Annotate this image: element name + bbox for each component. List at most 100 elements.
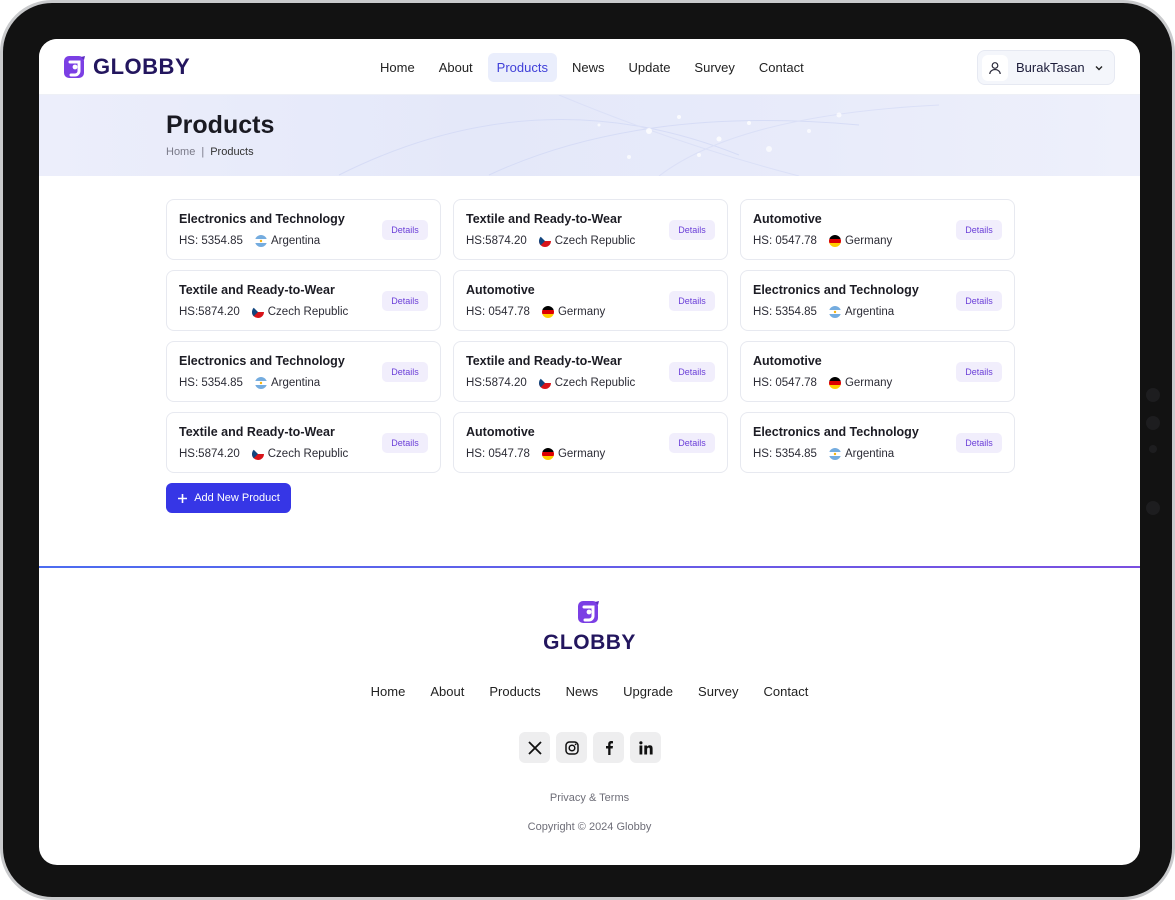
product-category: Automotive (753, 354, 822, 368)
hs-code: HS:5874.20 (179, 448, 240, 460)
footer-nav-products[interactable]: Products (489, 684, 540, 699)
details-button[interactable]: Details (956, 362, 1002, 382)
nav-contact[interactable]: Contact (750, 53, 813, 82)
details-button[interactable]: Details (669, 220, 715, 240)
details-button[interactable]: Details (382, 291, 428, 311)
product-category: Textile and Ready-to-Wear (466, 212, 622, 226)
facebook-icon[interactable] (593, 732, 624, 763)
page-hero: Products Home | Products (39, 95, 1140, 176)
tablet-frame: GLOBBY Home About Products News Update S… (0, 0, 1175, 900)
camera-dot (1146, 416, 1160, 430)
user-menu[interactable]: BurakTasan (977, 50, 1115, 85)
product-card: Textile and Ready-to-Wear HS:5874.20 Czech… (453, 341, 728, 402)
hs-code: HS: 0547.78 (466, 448, 530, 460)
flag-czech-republic-icon (251, 448, 264, 460)
privacy-terms-link[interactable]: Privacy & Terms (39, 792, 1140, 804)
page-title: Products (166, 111, 275, 139)
footer-logo-text: GLOBBY (543, 631, 636, 654)
product-meta: HS: 5354.85 Argentina (753, 448, 894, 460)
hs-code: HS:5874.20 (179, 306, 240, 318)
screen: GLOBBY Home About Products News Update S… (39, 39, 1140, 865)
country-name: Argentina (844, 448, 895, 460)
country-name: Czech Republic (267, 306, 349, 318)
product-meta: HS: 0547.78 Germany (466, 306, 605, 318)
hs-code: HS: 5354.85 (179, 235, 243, 247)
details-button[interactable]: Details (382, 220, 428, 240)
details-button[interactable]: Details (956, 220, 1002, 240)
product-category: Electronics and Technology (753, 283, 919, 297)
hs-code: HS:5874.20 (466, 377, 527, 389)
flag-germany-icon (541, 448, 554, 460)
footer-nav-about[interactable]: About (430, 684, 464, 699)
linkedin-icon[interactable] (630, 732, 661, 763)
product-card: Automotive HS: 0547.78 Germany Details (740, 199, 1015, 260)
country-name: Argentina (844, 306, 895, 318)
product-category: Textile and Ready-to-Wear (179, 283, 335, 297)
product-category: Electronics and Technology (179, 354, 345, 368)
product-meta: HS:5874.20 Czech Republic (466, 235, 635, 247)
flag-argentina-icon (254, 235, 267, 247)
country-name: Czech Republic (554, 377, 636, 389)
details-button[interactable]: Details (956, 433, 1002, 453)
product-category: Textile and Ready-to-Wear (179, 425, 335, 439)
flag-argentina-icon (828, 306, 841, 318)
product-card: Electronics and Technology HS: 5354.85 Arg… (740, 412, 1015, 473)
camera-dot (1149, 445, 1157, 453)
product-category: Automotive (466, 283, 535, 297)
country-name: Czech Republic (554, 235, 636, 247)
camera-dot (1146, 501, 1160, 515)
details-button[interactable]: Details (669, 291, 715, 311)
product-meta: HS:5874.20 Czech Republic (179, 306, 348, 318)
details-button[interactable]: Details (956, 291, 1002, 311)
product-grid: Electronics and Technology HS: 5354.85 Arg… (166, 199, 1015, 473)
chevron-down-icon (1095, 65, 1103, 70)
details-button[interactable]: Details (382, 433, 428, 453)
footer-nav: Home About Products News Upgrade Survey … (39, 684, 1140, 699)
hs-code: HS:5874.20 (466, 235, 527, 247)
hs-code: HS: 0547.78 (753, 377, 817, 389)
footer-nav-survey[interactable]: Survey (698, 684, 738, 699)
user-name: BurakTasan (1016, 60, 1085, 75)
footer-logo[interactable]: GLOBBY (39, 599, 1140, 655)
flag-czech-republic-icon (538, 235, 551, 247)
breadcrumb-home[interactable]: Home (166, 146, 195, 158)
details-button[interactable]: Details (382, 362, 428, 382)
country-name: Germany (844, 235, 893, 247)
logo[interactable]: GLOBBY (63, 54, 190, 80)
footer-nav-news[interactable]: News (566, 684, 599, 699)
nav-products[interactable]: Products (487, 53, 557, 82)
nav-about[interactable]: About (430, 53, 482, 82)
nav-news[interactable]: News (563, 53, 614, 82)
nav-home[interactable]: Home (371, 53, 424, 82)
nav-update[interactable]: Update (620, 53, 680, 82)
country-name: Czech Republic (267, 448, 349, 460)
product-meta: HS:5874.20 Czech Republic (466, 377, 635, 389)
footer-nav-upgrade[interactable]: Upgrade (623, 684, 673, 699)
product-category: Textile and Ready-to-Wear (466, 354, 622, 368)
flag-argentina-icon (254, 377, 267, 389)
hs-code: HS: 0547.78 (466, 306, 530, 318)
details-button[interactable]: Details (669, 362, 715, 382)
product-card: Automotive HS: 0547.78 Germany Details (453, 270, 728, 331)
instagram-icon[interactable] (556, 732, 587, 763)
top-header: GLOBBY Home About Products News Update S… (39, 39, 1140, 95)
add-new-product-button[interactable]: Add New Product (166, 483, 291, 513)
country-name: Germany (557, 448, 606, 460)
hs-code: HS: 0547.78 (753, 235, 817, 247)
product-category: Automotive (466, 425, 535, 439)
footer-nav-home[interactable]: Home (371, 684, 406, 699)
breadcrumb: Home | Products (166, 146, 254, 158)
product-card: Electronics and Technology HS: 5354.85 Arg… (166, 341, 441, 402)
product-card: Automotive HS: 0547.78 Germany Details (453, 412, 728, 473)
product-card: Textile and Ready-to-Wear HS:5874.20 Czech… (166, 412, 441, 473)
details-button[interactable]: Details (669, 433, 715, 453)
breadcrumb-separator: | (201, 146, 205, 158)
flag-czech-republic-icon (538, 377, 551, 389)
main-nav: Home About Products News Update Survey C… (371, 53, 813, 82)
country-name: Argentina (270, 235, 321, 247)
footer-nav-contact[interactable]: Contact (764, 684, 809, 699)
nav-survey[interactable]: Survey (685, 53, 743, 82)
x-icon[interactable] (519, 732, 550, 763)
flag-argentina-icon (828, 448, 841, 460)
breadcrumb-current: Products (210, 146, 254, 158)
